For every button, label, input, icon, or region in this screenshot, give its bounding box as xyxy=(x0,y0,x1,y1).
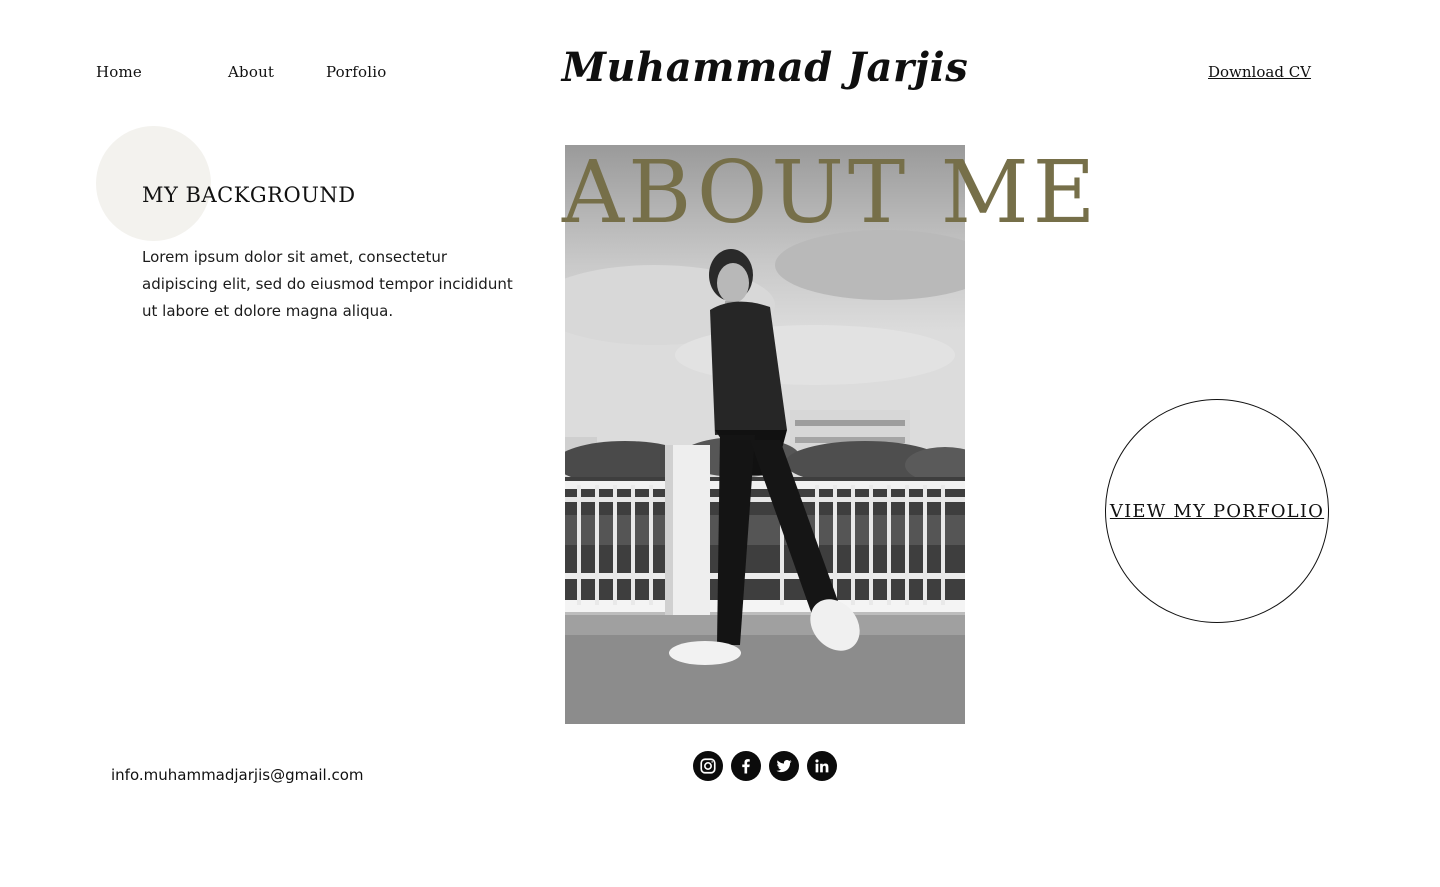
linkedin-icon[interactable] xyxy=(807,751,837,781)
view-portfolio-label: VIEW MY PORFOLIO xyxy=(1109,500,1325,522)
about-me-title: ABOUT ME xyxy=(562,143,1100,243)
background-text: Lorem ipsum dolor sit amet, consectetur … xyxy=(142,248,513,320)
download-cv-link[interactable]: Download CV xyxy=(1208,63,1311,81)
facebook-icon[interactable] xyxy=(731,751,761,781)
background-heading: MY BACKGROUND xyxy=(142,183,356,207)
social-links xyxy=(693,751,837,781)
view-portfolio-button[interactable]: VIEW MY PORFOLIO xyxy=(1105,399,1329,623)
instagram-icon[interactable] xyxy=(693,751,723,781)
twitter-icon[interactable] xyxy=(769,751,799,781)
email-link[interactable]: info.muhammadjarjis@gmail.com xyxy=(111,766,364,784)
